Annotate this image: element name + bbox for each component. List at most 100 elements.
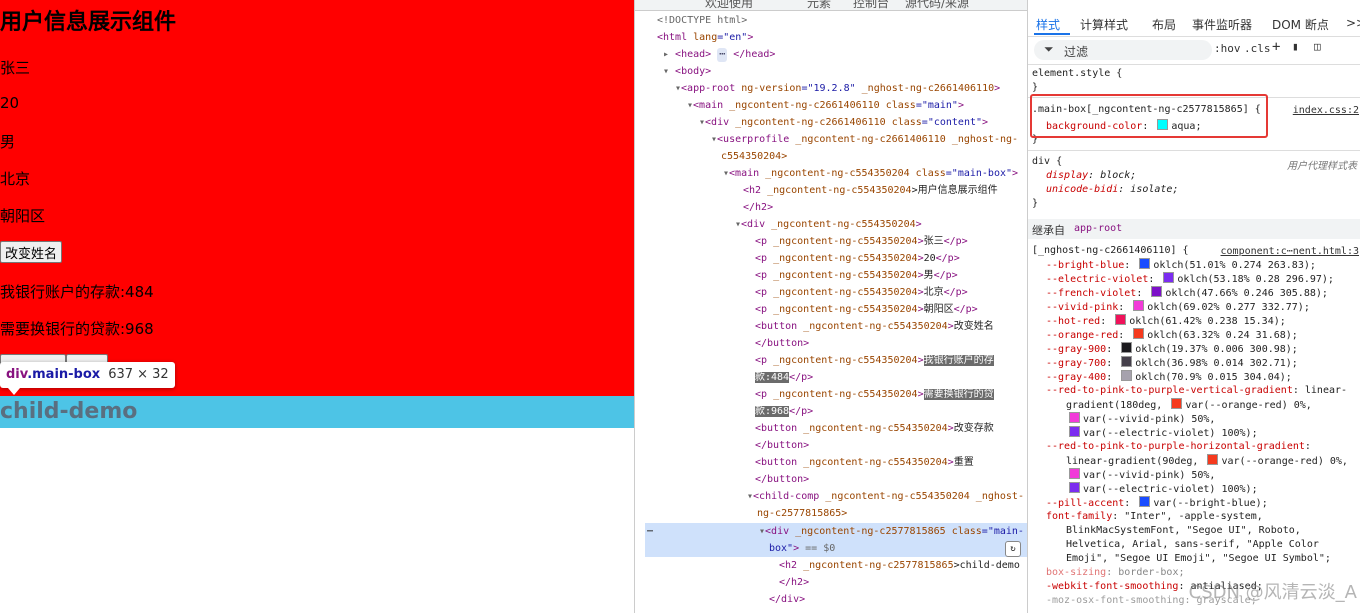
tooltip-arrow [8,388,20,395]
child-title: child-demo [0,399,138,424]
grad-v-line2: gradient(180deg, var(--orange-red) 0%, [1066,398,1312,411]
app-root-node[interactable]: ▾<app-root ng-version="19.2.8" _nghost-n… [675,82,1000,96]
font-family-line4: Emoji", "Segoe UI Emoji", "Segoe UI Symb… [1066,553,1331,564]
styles-filter-bar: ⏷ 过滤 :hov .cls + ▮ ◫ [1028,36,1360,65]
node-more-icon[interactable]: ⋯ [647,525,653,539]
color-swatch[interactable] [1121,342,1133,353]
rule-source-link[interactable]: index.css:2 [1293,105,1359,116]
div-node[interactable]: ▾<div _ngcontent-ng-c554350204> [735,218,922,232]
tab-layout[interactable]: 布局 [1152,16,1176,33]
userprofile-node[interactable]: ▾<userprofile _ngcontent-ng-c2661406110 … [711,133,1018,147]
color-swatch[interactable] [1163,272,1175,283]
color-swatch[interactable] [1133,328,1145,339]
css-var-vivid-pink[interactable]: --vivid-pink: oklch(69.02% 0.277 332.77)… [1046,300,1310,315]
csdn-watermark: CSDN @风清云淡_A [1188,582,1357,603]
css-var-french-violet[interactable]: --french-violet: oklch(47.66% 0.246 305.… [1046,286,1328,301]
tab-styles[interactable]: 样式 [1036,16,1060,33]
filter-placeholder: 过滤 [1064,45,1089,59]
button-change-deposit-node[interactable]: <button _ngcontent-ng-c554350204>改变存款 [755,422,994,436]
paint-icon[interactable]: ▮ [1292,40,1299,53]
content-div-node[interactable]: ▾<div _ngcontent-ng-c2661406110 class="c… [699,116,988,130]
host-rule-selector[interactable]: [_nghost-ng-c2661406110] { [1032,244,1189,258]
css-var-gray-900[interactable]: --gray-900: oklch(19.37% 0.006 300.98); [1046,342,1298,357]
child-main-box: child-demo [0,396,634,428]
tooltip-class: .main-box [27,367,101,382]
filter-input[interactable]: ⏷ 过滤 [1034,40,1212,60]
main-box-node[interactable]: ▾<main _ngcontent-ng-c554350204 class="m… [723,167,1018,181]
element-style-close: } [1032,82,1039,93]
p-city-node[interactable]: <p _ngcontent-ng-c554350204>北京</p> [755,286,968,300]
html-node[interactable]: <html lang="en"> [657,31,753,45]
collapse-triangle-icon: ▾ [663,66,676,77]
font-family-decl[interactable]: font-family: "Inter", -apple-system, [1046,510,1263,524]
elements-tree: <!DOCTYPE html> <html lang="en"> ▸ <head… [635,10,1027,613]
p-age-node[interactable]: <p _ngcontent-ng-c554350204>20</p> [755,252,960,266]
grad-h-line2: linear-gradient(90deg, var(--orange-red)… [1066,454,1348,467]
filter-icon: ⏷ [1044,42,1054,56]
tab-event-listeners[interactable]: 事件监听器 [1192,16,1252,33]
p-gender-node[interactable]: <p _ngcontent-ng-c554350204>男</p> [755,269,958,283]
expand-triangle-icon: ▸ [663,49,676,60]
tooltip-dimensions: 637 × 32 [108,367,169,382]
button-change-name-node[interactable]: <button _ngcontent-ng-c554350204>改变姓名 [755,320,994,334]
grad-v-line3: var(--vivid-pink) 50%, [1066,412,1215,427]
inherited-from-bar: 继承自 app-root [1028,219,1360,239]
tooltip-tag: div [6,367,28,382]
child-h2-node[interactable]: <h2 _ngcontent-ng-c2577815865>child-demo [779,559,1020,573]
child-comp-node[interactable]: ▾<child-comp _ngcontent-ng-c554350204 _n… [747,490,1024,504]
p-loan-node-cont: 款:968</p> [755,406,814,417]
hov-button[interactable]: :hov [1214,42,1241,55]
css-var-gray-400[interactable]: --gray-400: oklch(70.9% 0.015 304.04); [1046,370,1292,385]
h2-node[interactable]: <h2 _ngcontent-ng-c554350204>用户信息展示组件 [743,184,998,198]
color-swatch[interactable] [1139,258,1151,269]
user-profile-main-box: 用户信息展示组件 张三 20 男 北京 朝阳区 改变姓名 我银行账户的存款:48… [0,0,634,396]
body-node[interactable]: ▾ <body> [663,65,711,79]
css-var-hot-red[interactable]: --hot-red: oklch(61.42% 0.238 15.34); [1046,314,1286,329]
head-node[interactable]: ▸ <head> ⋯ </head> [663,48,775,62]
css-var-gray-700[interactable]: --gray-700: oklch(36.98% 0.014 302.71); [1046,356,1298,371]
color-swatch[interactable] [1115,314,1127,325]
div-rule-close: } [1032,198,1039,209]
selected-div-node[interactable]: ▾<div _ngcontent-ng-c2577815865 class="m… [759,525,1024,539]
child-div-close: </div> [769,594,806,605]
tab-more[interactable]: >> [1346,16,1360,30]
pill-accent-decl[interactable]: --pill-accent: var(--bright-blue); [1046,496,1268,511]
tab-computed[interactable]: 计算样式 [1080,16,1128,33]
css-var-electric-violet[interactable]: --electric-violet: oklch(53.18% 0.28 296… [1046,272,1334,287]
color-swatch[interactable] [1121,370,1133,381]
h2-close: </h2> [743,202,774,213]
p-deposit-node[interactable]: <p _ngcontent-ng-c554350204>我银行账户的存 [755,354,994,368]
grad-v-decl[interactable]: --red-to-pink-to-purple-vertical-gradien… [1046,384,1347,398]
profile-city: 北京 [0,170,31,188]
box-sizing-decl[interactable]: box-sizing: border-box; [1046,566,1185,580]
p-district-node[interactable]: <p _ngcontent-ng-c554350204>朝阳区</p> [755,303,978,317]
element-style-rule[interactable]: element.style { [1032,67,1122,81]
change-name-button[interactable]: 改变姓名 [0,241,63,263]
grad-h-decl[interactable]: --red-to-pink-to-purple-horizontal-gradi… [1046,440,1311,454]
button-reset-node[interactable]: <button _ngcontent-ng-c554350204>重置 [755,456,974,470]
host-rule-source[interactable]: component:c⋯nent.html:3 [1221,246,1359,257]
computed-sidebar-icon[interactable]: ◫ [1314,40,1321,53]
css-var-orange-red[interactable]: --orange-red: oklch(63.32% 0.24 31.68); [1046,328,1298,343]
color-swatch[interactable] [1151,286,1163,297]
deposit-text: 我银行账户的存款:484 [0,283,154,301]
profile-name: 张三 [0,59,31,77]
reveal-icon[interactable]: ↻ [1005,541,1021,557]
p-name-node[interactable]: <p _ngcontent-ng-c554350204>张三</p> [755,235,968,249]
inherited-from-link[interactable]: app-root [1074,223,1122,234]
main-node[interactable]: ▾<main _ngcontent-ng-c2661406110 class="… [687,99,964,113]
add-rule-icon[interactable]: + [1272,39,1280,55]
p-deposit-node-cont: 款:484</p> [755,372,814,383]
color-swatch[interactable] [1121,356,1133,367]
profile-age: 20 [0,94,20,112]
div-rule-selector[interactable]: div { [1032,155,1062,169]
p-loan-node[interactable]: <p _ngcontent-ng-c554350204>需要换银行的贷 [755,388,994,402]
css-var-bright-blue[interactable]: --bright-blue: oklch(51.01% 0.274 263.83… [1046,258,1316,273]
styles-tabs: 样式 计算样式 布局 事件监听器 DOM 断点 >> [1028,10,1360,37]
cls-button[interactable]: .cls [1244,42,1271,55]
profile-gender: 男 [0,133,16,151]
grad-h-line4: var(--electric-violet) 100%); [1066,482,1258,497]
grad-h-line3: var(--vivid-pink) 50%, [1066,468,1215,483]
tab-dom-breakpoints[interactable]: DOM 断点 [1272,16,1329,33]
color-swatch[interactable] [1133,300,1145,311]
